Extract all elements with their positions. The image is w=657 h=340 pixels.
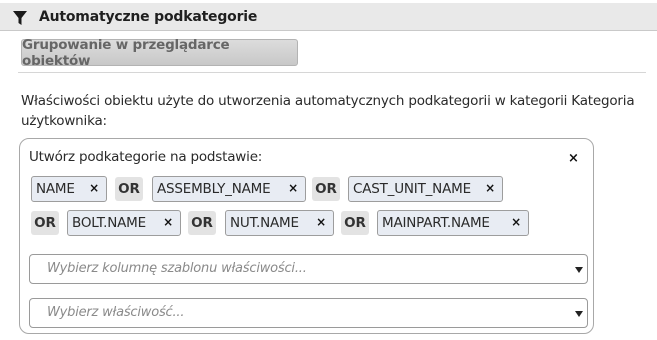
dropdown-arrow-icon: [575, 311, 583, 317]
property-chip-nut-name: NUT.NAME ×: [225, 210, 334, 236]
filter-icon: [13, 11, 27, 25]
chip-label: NUT.NAME: [230, 215, 299, 231]
divider: [18, 72, 646, 73]
chip-label: NAME: [36, 181, 75, 197]
select-placeholder: Wybierz kolumnę szablonu właściwości...: [47, 261, 307, 276]
template-column-select[interactable]: Wybierz kolumnę szablonu właściwości...: [29, 254, 588, 284]
property-select[interactable]: Wybierz właściwość...: [29, 298, 588, 328]
property-chip-name: NAME ×: [31, 176, 107, 202]
or-operator: OR: [188, 211, 216, 235]
subcategory-panel: Utwórz podkategorie na podstawie: × NAME…: [19, 138, 594, 334]
chip-remove-icon[interactable]: ×: [511, 215, 521, 229]
section-header[interactable]: Automatyczne podkategorie: [0, 3, 657, 31]
chip-label: MAINPART.NAME: [382, 215, 490, 231]
property-chip-bolt-name: BOLT.NAME ×: [67, 210, 181, 236]
property-chip-mainpart-name: MAINPART.NAME ×: [377, 210, 529, 236]
or-operator: OR: [341, 211, 369, 235]
or-operator: OR: [312, 177, 340, 201]
chip-label: CAST_UNIT_NAME: [353, 181, 471, 197]
description-text: Właściwości obiektu użyte do utworzenia …: [21, 93, 635, 129]
chip-remove-icon[interactable]: ×: [485, 181, 495, 195]
panel-label: Utwórz podkategorie na podstawie:: [29, 149, 263, 165]
dropdown-arrow-icon: [575, 267, 583, 273]
chip-label: BOLT.NAME: [72, 215, 146, 231]
chip-remove-icon[interactable]: ×: [163, 215, 173, 229]
panel-close-button[interactable]: ×: [568, 151, 579, 166]
property-chip-cast-unit-name: CAST_UNIT_NAME ×: [348, 176, 503, 202]
or-operator: OR: [115, 177, 143, 201]
chip-remove-icon[interactable]: ×: [316, 215, 326, 229]
chip-label: ASSEMBLY_NAME: [157, 181, 271, 197]
or-operator: OR: [31, 211, 59, 235]
section-title: Automatyczne podkategorie: [39, 9, 258, 25]
chip-remove-icon[interactable]: ×: [288, 181, 298, 195]
group-in-object-browser-button[interactable]: Grupowanie w przeglądarce obiektów: [21, 37, 298, 69]
property-chip-assembly-name: ASSEMBLY_NAME ×: [152, 176, 306, 202]
select-placeholder: Wybierz właściwość...: [47, 305, 185, 320]
chip-remove-icon[interactable]: ×: [89, 181, 99, 195]
